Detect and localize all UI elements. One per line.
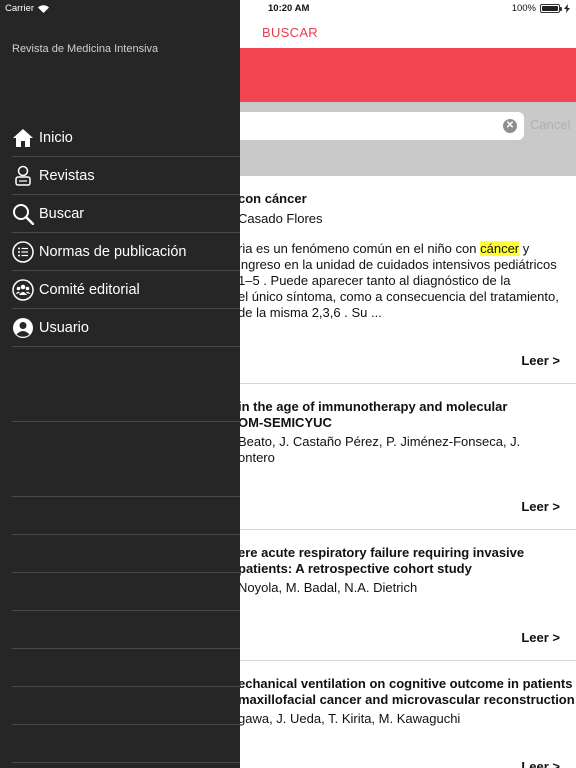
search-input[interactable]: ✕ <box>200 112 524 140</box>
read-button[interactable]: Leer > <box>521 499 560 514</box>
result-title[interactable]: ere acute respiratory failure requiring … <box>238 545 524 561</box>
drawer-divider <box>12 686 240 687</box>
result-abstract-line: de la misma 2,3,6 . Su ... <box>238 305 382 320</box>
result-abstract-line: el único síntoma, como a consecuencia de… <box>238 289 559 304</box>
drawer-divider <box>12 610 240 611</box>
drawer-divider <box>12 648 240 649</box>
drawer-divider <box>12 496 240 497</box>
wifi-icon <box>38 4 50 13</box>
result-title[interactable]: OM-SEMICYUC <box>238 415 332 431</box>
result-title[interactable]: patients: A retrospective cohort study <box>238 561 472 577</box>
search-highlight: cáncer <box>480 241 520 256</box>
drawer-item-comite[interactable]: Comité editorial <box>12 271 240 309</box>
result-authors: Beato, J. Castaño Pérez, P. Jiménez-Fons… <box>238 434 521 449</box>
battery-indicator: 100% <box>512 3 570 14</box>
drawer-divider <box>12 421 240 422</box>
result-title[interactable]: echanical ventilation on cognitive outco… <box>238 676 572 692</box>
group-icon <box>12 278 34 301</box>
search-icon <box>12 203 34 225</box>
result-abstract-line: ria es un fenómeno común en el niño con … <box>238 241 530 256</box>
page-title: BUSCAR <box>262 25 318 40</box>
result-authors: gawa, J. Ueda, T. Kirita, M. Kawaguchi <box>238 711 461 726</box>
drawer-item-usuario[interactable]: Usuario <box>12 309 240 347</box>
status-time: 10:20 AM <box>268 3 310 14</box>
drawer-divider <box>12 762 240 763</box>
result-authors: Noyola, M. Badal, N.A. Dietrich <box>238 580 418 595</box>
clear-icon[interactable]: ✕ <box>503 119 517 133</box>
result-authors: ontero <box>238 450 275 465</box>
journal-icon <box>12 165 34 187</box>
read-button[interactable]: Leer > <box>521 630 560 645</box>
drawer-item-revistas[interactable]: Revistas <box>12 157 240 195</box>
home-icon <box>12 127 34 149</box>
drawer-divider <box>12 572 240 573</box>
cancel-button[interactable]: Cancel <box>530 117 570 132</box>
read-button[interactable]: Leer > <box>521 759 560 768</box>
charging-icon <box>564 4 570 13</box>
result-abstract-line: 1–5 . Puede aparecer tanto al diagnóstic… <box>238 273 511 288</box>
result-authors: Casado Flores <box>238 211 323 226</box>
side-drawer: Revista de Medicina Intensiva Inicio Rev… <box>0 0 240 768</box>
list-icon <box>12 240 34 263</box>
battery-icon <box>540 4 562 13</box>
drawer-item-inicio[interactable]: Inicio <box>12 119 240 157</box>
status-bar: Carrier 10:20 AM 100% <box>0 0 576 16</box>
result-title[interactable]: maxillofacial cancer and microvascular r… <box>238 692 575 708</box>
drawer-item-buscar[interactable]: Buscar <box>12 195 240 233</box>
drawer-item-normas[interactable]: Normas de publicación <box>12 233 240 271</box>
result-title[interactable]: con cáncer <box>238 191 307 207</box>
carrier-indicator: Carrier <box>5 3 50 14</box>
journal-name: Revista de Medicina Intensiva <box>12 43 159 55</box>
result-title[interactable]: in the age of immunotherapy and molecula… <box>238 399 507 415</box>
result-abstract-line: ingreso en la unidad de cuidados intensi… <box>238 257 557 272</box>
drawer-divider <box>12 724 240 725</box>
user-icon <box>12 317 34 339</box>
drawer-divider <box>12 534 240 535</box>
read-button[interactable]: Leer > <box>521 353 560 368</box>
